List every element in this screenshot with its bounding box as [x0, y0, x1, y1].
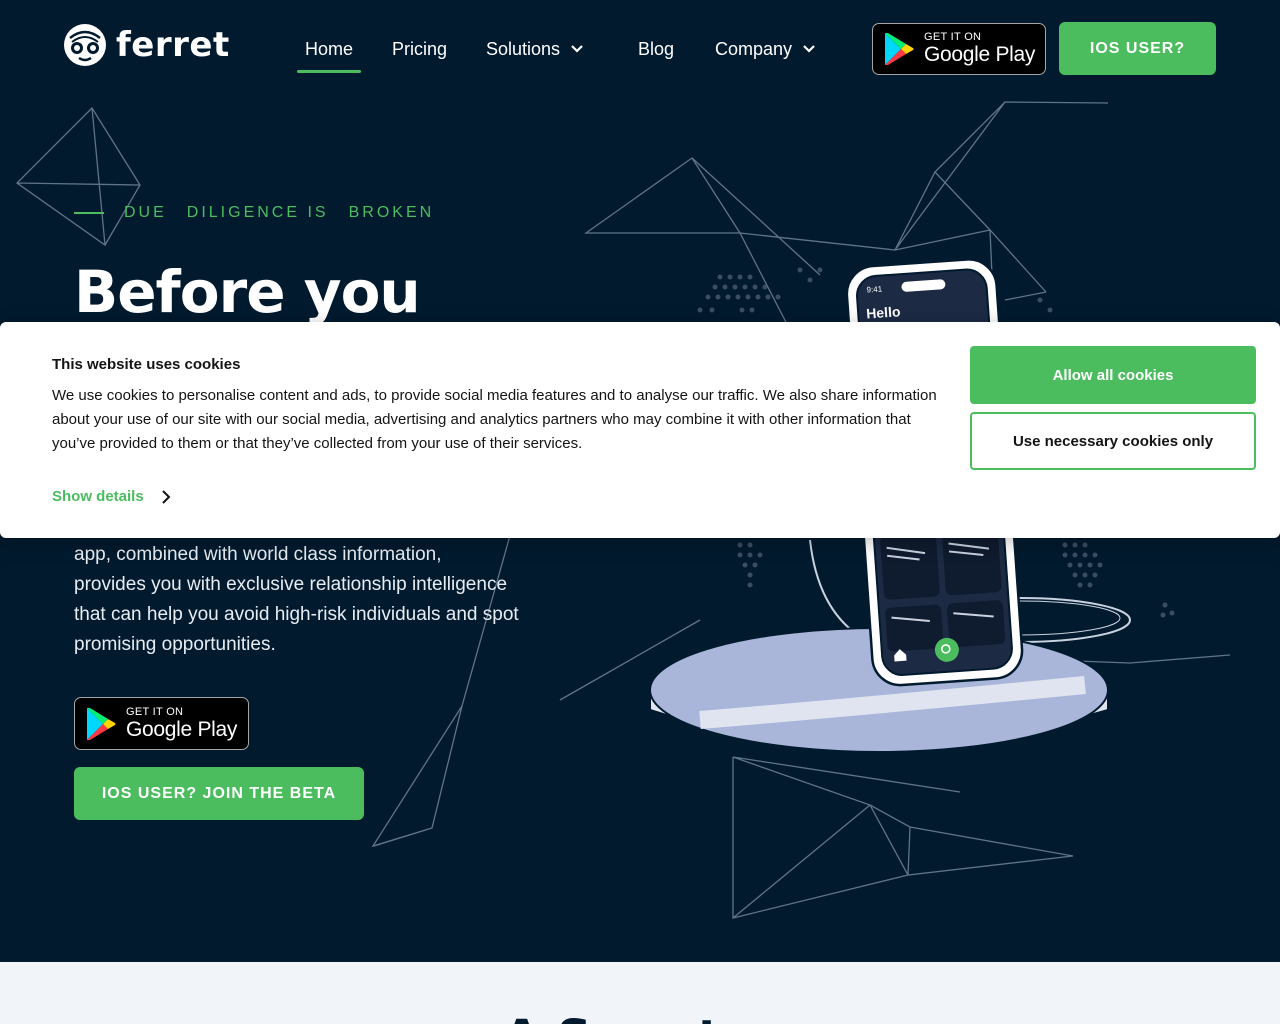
cookie-title: This website uses cookies	[52, 356, 241, 373]
eyebrow-word-3: BROKEN	[348, 204, 435, 221]
google-play-big-text: Google Play	[924, 43, 1036, 66]
nav-solutions[interactable]: Solutions	[486, 36, 584, 62]
allow-all-cookies-button[interactable]: Allow all cookies	[970, 346, 1256, 404]
hero-headline: Before you	[74, 258, 421, 326]
nav-company[interactable]: Company	[715, 36, 816, 62]
chevron-right-icon	[161, 489, 171, 504]
hero-body-line: provides you with exclusive relationship…	[74, 574, 508, 595]
ios-join-beta-button[interactable]: IOS USER? JOIN THE BETA	[74, 767, 364, 820]
google-play-icon	[885, 33, 914, 65]
hero-eyebrow: DUE DILIGENCE IS BROKEN	[74, 204, 434, 222]
nav-pricing-label: Pricing	[392, 38, 448, 59]
lower-section: A Smarter	[0, 962, 1280, 1024]
nav-pricing[interactable]: Pricing	[392, 36, 447, 62]
eyebrow-word-2: DILIGENCE IS	[186, 204, 329, 221]
phone-greeting: Hello	[866, 303, 901, 321]
nav-home[interactable]: Home	[296, 36, 362, 73]
necessary-cookies-only-button[interactable]: Use necessary cookies only	[970, 412, 1256, 470]
eyebrow-dash	[74, 212, 104, 214]
hero-body-line: promising opportunities.	[74, 634, 276, 655]
ios-user-button[interactable]: IOS USER?	[1059, 22, 1216, 75]
nav-home-label: Home	[305, 38, 354, 59]
hero-body-copy: app, combined with world class informati…	[74, 540, 554, 660]
chevron-down-icon	[571, 45, 583, 53]
nav-solutions-label: Solutions	[486, 38, 561, 59]
ferret-icon	[64, 24, 106, 66]
google-play-big-text: Google Play	[126, 717, 238, 741]
phone-time: 9:41	[866, 284, 883, 294]
eyebrow-word-1: DUE	[124, 204, 167, 221]
cookie-banner: This website uses cookies We use cookies…	[0, 322, 1280, 538]
hero-body-line: that can help you avoid high-risk indivi…	[74, 604, 519, 625]
google-play-small-text: GET IT ON	[126, 705, 184, 718]
hero-google-play-badge[interactable]: GET IT ON Google Play	[74, 697, 249, 750]
google-play-icon	[87, 707, 116, 740]
header-google-play-badge[interactable]: GET IT ON Google Play	[872, 23, 1046, 75]
cookie-description: We use cookies to personalise content an…	[52, 387, 937, 452]
chevron-down-icon	[803, 45, 815, 53]
show-details-link[interactable]: Show details	[52, 488, 172, 505]
lower-section-title: A Smarter	[0, 1010, 1280, 1024]
google-play-small-text: GET IT ON	[924, 31, 982, 43]
nav-company-label: Company	[715, 38, 793, 59]
show-details-label: Show details	[52, 488, 144, 505]
nav-blog-label: Blog	[638, 38, 675, 59]
brand-name: ferret	[116, 25, 230, 65]
ferret-logo[interactable]: ferret	[62, 22, 230, 68]
nav-blog[interactable]: Blog	[638, 36, 674, 62]
hero-body-line: app, combined with world class informati…	[74, 544, 442, 565]
